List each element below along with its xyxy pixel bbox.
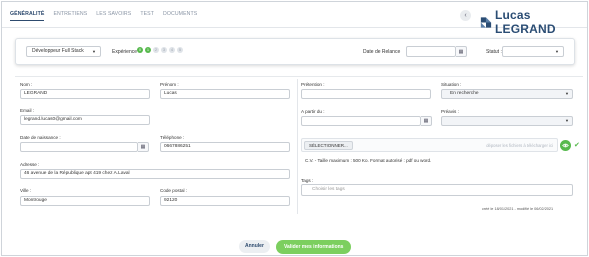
tab-bar: GÉNÉRALITÉ ENTRETIENS LES SAVOIRS TEST D…	[10, 11, 206, 21]
file-requirements-note: C.V. - Taille maximum : 500 Ko. Format a…	[305, 158, 432, 163]
column-divider	[297, 79, 298, 214]
cancel-button[interactable]: Annuler	[239, 240, 270, 253]
nom-label: Nom :	[20, 82, 33, 87]
email-input[interactable]: legrand.lucas0@gmail.com	[20, 115, 150, 125]
adresse-input[interactable]: 46 avenue de la République apt 419 chez …	[20, 169, 290, 179]
naissance-input[interactable]	[20, 142, 138, 152]
ville-label: Ville :	[20, 188, 32, 193]
a-partir-input[interactable]	[301, 116, 421, 126]
relance-date-input[interactable]	[406, 46, 456, 57]
preavis-select[interactable]: ▼	[441, 116, 573, 126]
ville-input[interactable]: Montrouge	[20, 196, 150, 206]
calendar-icon[interactable]: ▦	[421, 116, 432, 126]
naissance-label: Date de naissance :	[20, 135, 61, 140]
company-logo-icon	[480, 16, 492, 28]
tab-documents[interactable]: DOCUMENTS	[163, 11, 197, 21]
record-dates: créé le 18/01/2021 - modifié le 06/02/20…	[482, 207, 554, 211]
caret-down-icon: ▼	[92, 49, 96, 54]
code-postal-label: Code postal :	[160, 188, 188, 193]
preavis-label: Préavis :	[441, 109, 459, 114]
check-icon: ✔	[574, 142, 580, 149]
profile-summary-card: Développeur Full Stack ▼ Expérience 0 1 …	[15, 38, 575, 65]
eye-icon	[562, 143, 569, 148]
app-frame: GÉNÉRALITÉ ENTRETIENS LES SAVOIRS TEST D…	[1, 1, 588, 256]
situation-select[interactable]: En recherche ▼	[441, 89, 573, 99]
code-postal-input[interactable]: 92120	[160, 196, 290, 206]
caret-down-icon: ▼	[565, 118, 569, 123]
experience-level-3[interactable]: 3	[161, 47, 167, 53]
prenom-label: Prénom :	[160, 82, 179, 87]
a-partir-label: A partir du :	[301, 109, 325, 114]
calendar-icon[interactable]: ▦	[138, 142, 149, 152]
tab-generalite[interactable]: GÉNÉRALITÉ	[10, 11, 45, 21]
tags-input[interactable]: Choisir les tags	[301, 184, 573, 196]
nom-input[interactable]: LEGRAND	[20, 89, 150, 99]
experience-level-1[interactable]: 1	[145, 47, 151, 53]
statut-select[interactable]: ▼	[502, 46, 564, 57]
experience-level-5[interactable]: 5	[177, 47, 183, 53]
telephone-input[interactable]: 0667886251	[160, 142, 290, 152]
validate-button[interactable]: Valider mes informations	[276, 240, 352, 254]
caret-down-icon: ▼	[565, 91, 569, 96]
experience-label: Expérience	[112, 49, 138, 55]
select-file-button[interactable]: SÉLECTIONNER...	[304, 141, 353, 150]
email-label: Email :	[20, 108, 35, 113]
tags-label: Tags :	[301, 178, 314, 183]
pretention-input[interactable]	[301, 89, 431, 99]
profile-select[interactable]: Développeur Full Stack ▼	[26, 46, 101, 57]
view-file-button[interactable]	[560, 140, 571, 151]
experience-level-0[interactable]: 0	[137, 47, 143, 53]
dropzone-hint: déposer les fichiers à télécharger ici	[486, 143, 553, 148]
experience-level-2[interactable]: 2	[153, 47, 159, 53]
calendar-icon[interactable]: ▦	[456, 46, 467, 57]
caret-down-icon: ▼	[555, 49, 559, 54]
experience-level-4[interactable]: 4	[169, 47, 175, 53]
relance-label: Date de Relance	[363, 49, 401, 55]
tab-entretiens[interactable]: ENTRETIENS	[53, 11, 87, 21]
chevron-left-icon: ‹	[464, 12, 467, 19]
tab-test[interactable]: TEST	[140, 11, 154, 21]
situation-label: Situation :	[441, 82, 462, 87]
statut-label: Statut :	[486, 49, 502, 55]
adresse-label: Adresse :	[20, 162, 40, 167]
prenom-input[interactable]: Lucas	[160, 89, 290, 99]
telephone-label: Téléphone :	[160, 135, 185, 140]
candidate-header: Lucas LEGRAND	[480, 8, 587, 36]
file-dropzone[interactable]: SÉLECTIONNER... déposer les fichiers à t…	[301, 138, 558, 152]
back-button[interactable]: ‹	[460, 10, 471, 21]
pretention-label: Prétention :	[301, 82, 325, 87]
tab-les-savoirs[interactable]: LES SAVOIRS	[96, 11, 131, 21]
candidate-name: Lucas LEGRAND	[494, 8, 556, 36]
